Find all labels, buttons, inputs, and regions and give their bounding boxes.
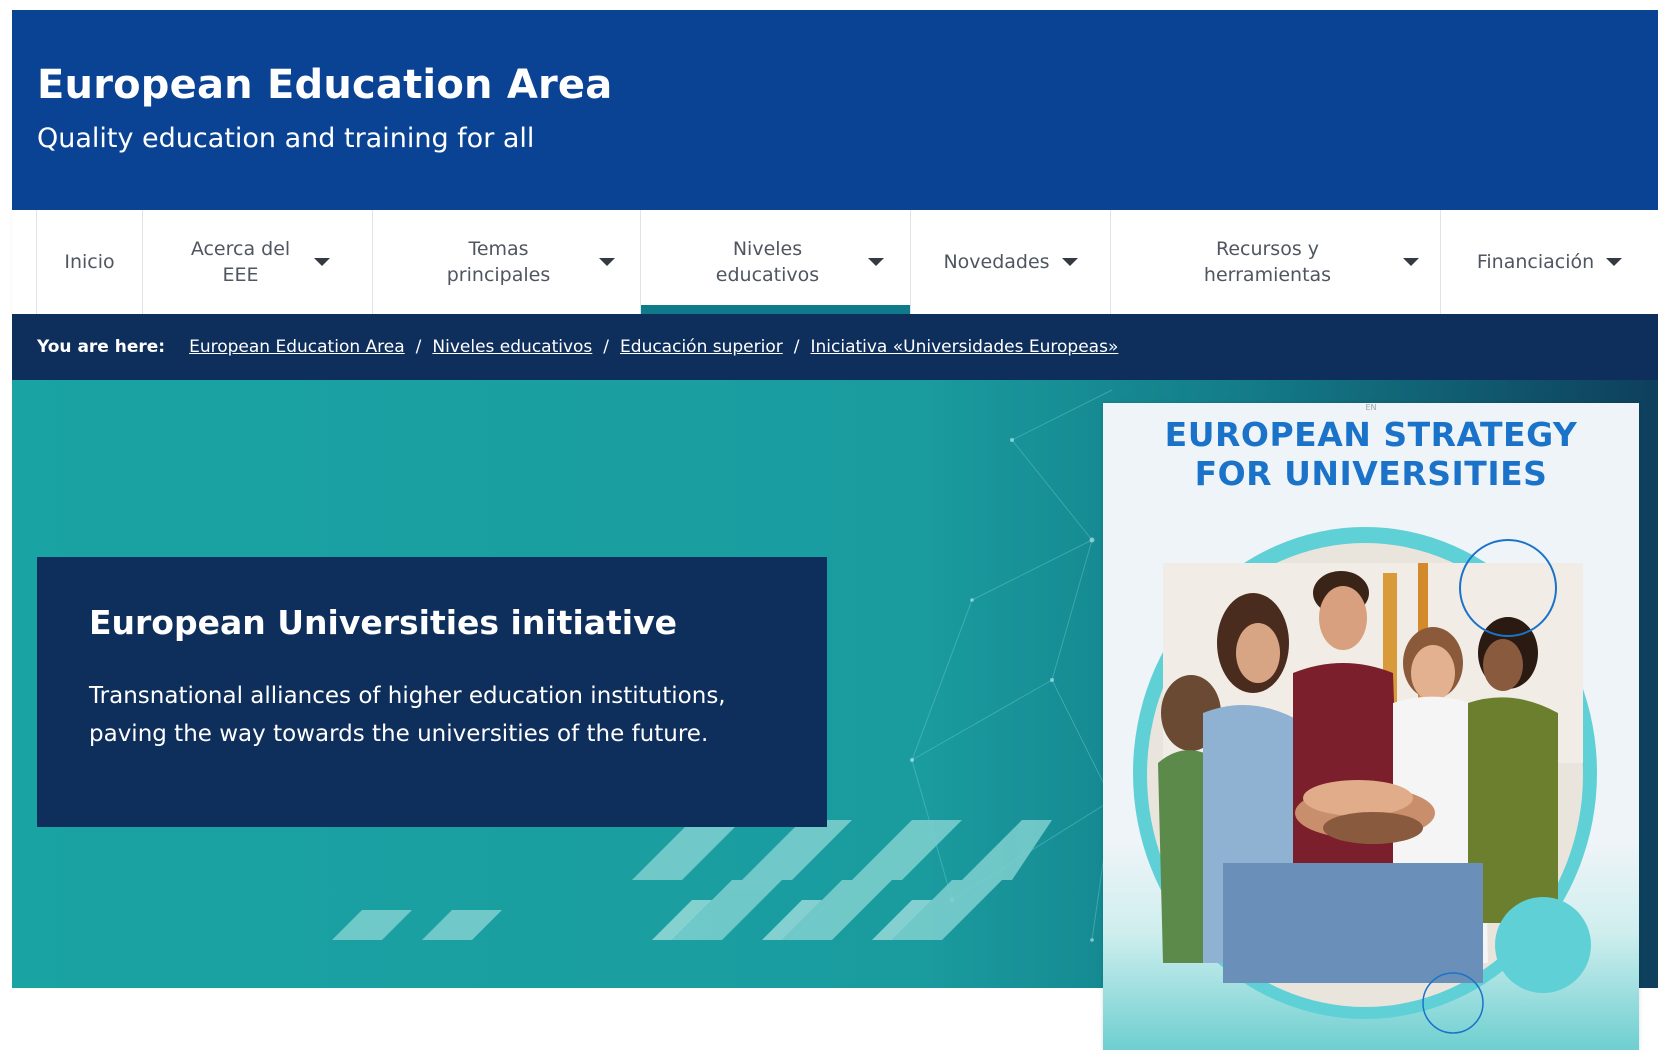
breadcrumb-link[interactable]: Iniciativa «Universidades Europeas» bbox=[810, 337, 1118, 357]
nav-label: Financiación bbox=[1476, 251, 1595, 273]
nav-item-financiacion[interactable]: Financiación bbox=[1440, 210, 1658, 314]
nav-label: Niveles educativos bbox=[715, 238, 820, 286]
nav-item-niveles-educativos[interactable]: Niveles educativos bbox=[640, 210, 910, 314]
nav-item-inicio[interactable]: Inicio bbox=[36, 210, 142, 314]
nav-label: Temas principales bbox=[446, 238, 551, 286]
breadcrumb: You are here: European Education Area / … bbox=[12, 314, 1658, 380]
breadcrumb-link[interactable]: Educación superior bbox=[620, 337, 783, 357]
nav-item-acerca-del-eee[interactable]: Acerca del EEE bbox=[142, 210, 372, 314]
students-photo-illustration bbox=[1133, 527, 1597, 1034]
nav-label: Inicio bbox=[64, 251, 115, 273]
breadcrumb-separator: / bbox=[793, 337, 800, 357]
caret-down-icon bbox=[1606, 258, 1623, 266]
main-nav: Inicio Acerca del EEE Temas principales … bbox=[12, 210, 1658, 314]
caret-down-icon bbox=[313, 258, 330, 266]
breadcrumb-link[interactable]: European Education Area bbox=[189, 337, 405, 357]
hero-card: European Universities initiative Transna… bbox=[37, 557, 827, 827]
nav-item-recursos-y-herramientas[interactable]: Recursos y herramientas bbox=[1110, 210, 1440, 314]
site-title[interactable]: European Education Area bbox=[37, 62, 612, 108]
caret-down-icon bbox=[598, 258, 615, 266]
breadcrumb-link[interactable]: Niveles educativos bbox=[432, 337, 592, 357]
hero-title: European Universities initiative bbox=[89, 603, 678, 642]
site-subtitle: Quality education and training for all bbox=[37, 123, 535, 154]
page: European Education Area Quality educatio… bbox=[0, 0, 1658, 1050]
caret-down-icon bbox=[867, 258, 884, 266]
hero-description: Transnational alliances of higher educat… bbox=[89, 683, 726, 747]
nav-label: Novedades bbox=[943, 251, 1050, 273]
strategy-brochure-cover: EN EUROPEAN STRATEGY FOR UNIVERSITIES bbox=[1103, 403, 1639, 1050]
caret-down-icon bbox=[1061, 258, 1078, 266]
site-header: European Education Area Quality educatio… bbox=[12, 10, 1658, 210]
nav-item-temas-principales[interactable]: Temas principales bbox=[372, 210, 640, 314]
caret-down-icon bbox=[1402, 258, 1419, 266]
breadcrumb-prefix: You are here: bbox=[37, 337, 166, 357]
nav-item-novedades[interactable]: Novedades bbox=[910, 210, 1110, 314]
nav-label: Recursos y herramientas bbox=[1203, 238, 1332, 286]
nav-label: Acerca del EEE bbox=[190, 238, 291, 286]
breadcrumb-separator: / bbox=[415, 337, 422, 357]
breadcrumb-separator: / bbox=[603, 337, 610, 357]
